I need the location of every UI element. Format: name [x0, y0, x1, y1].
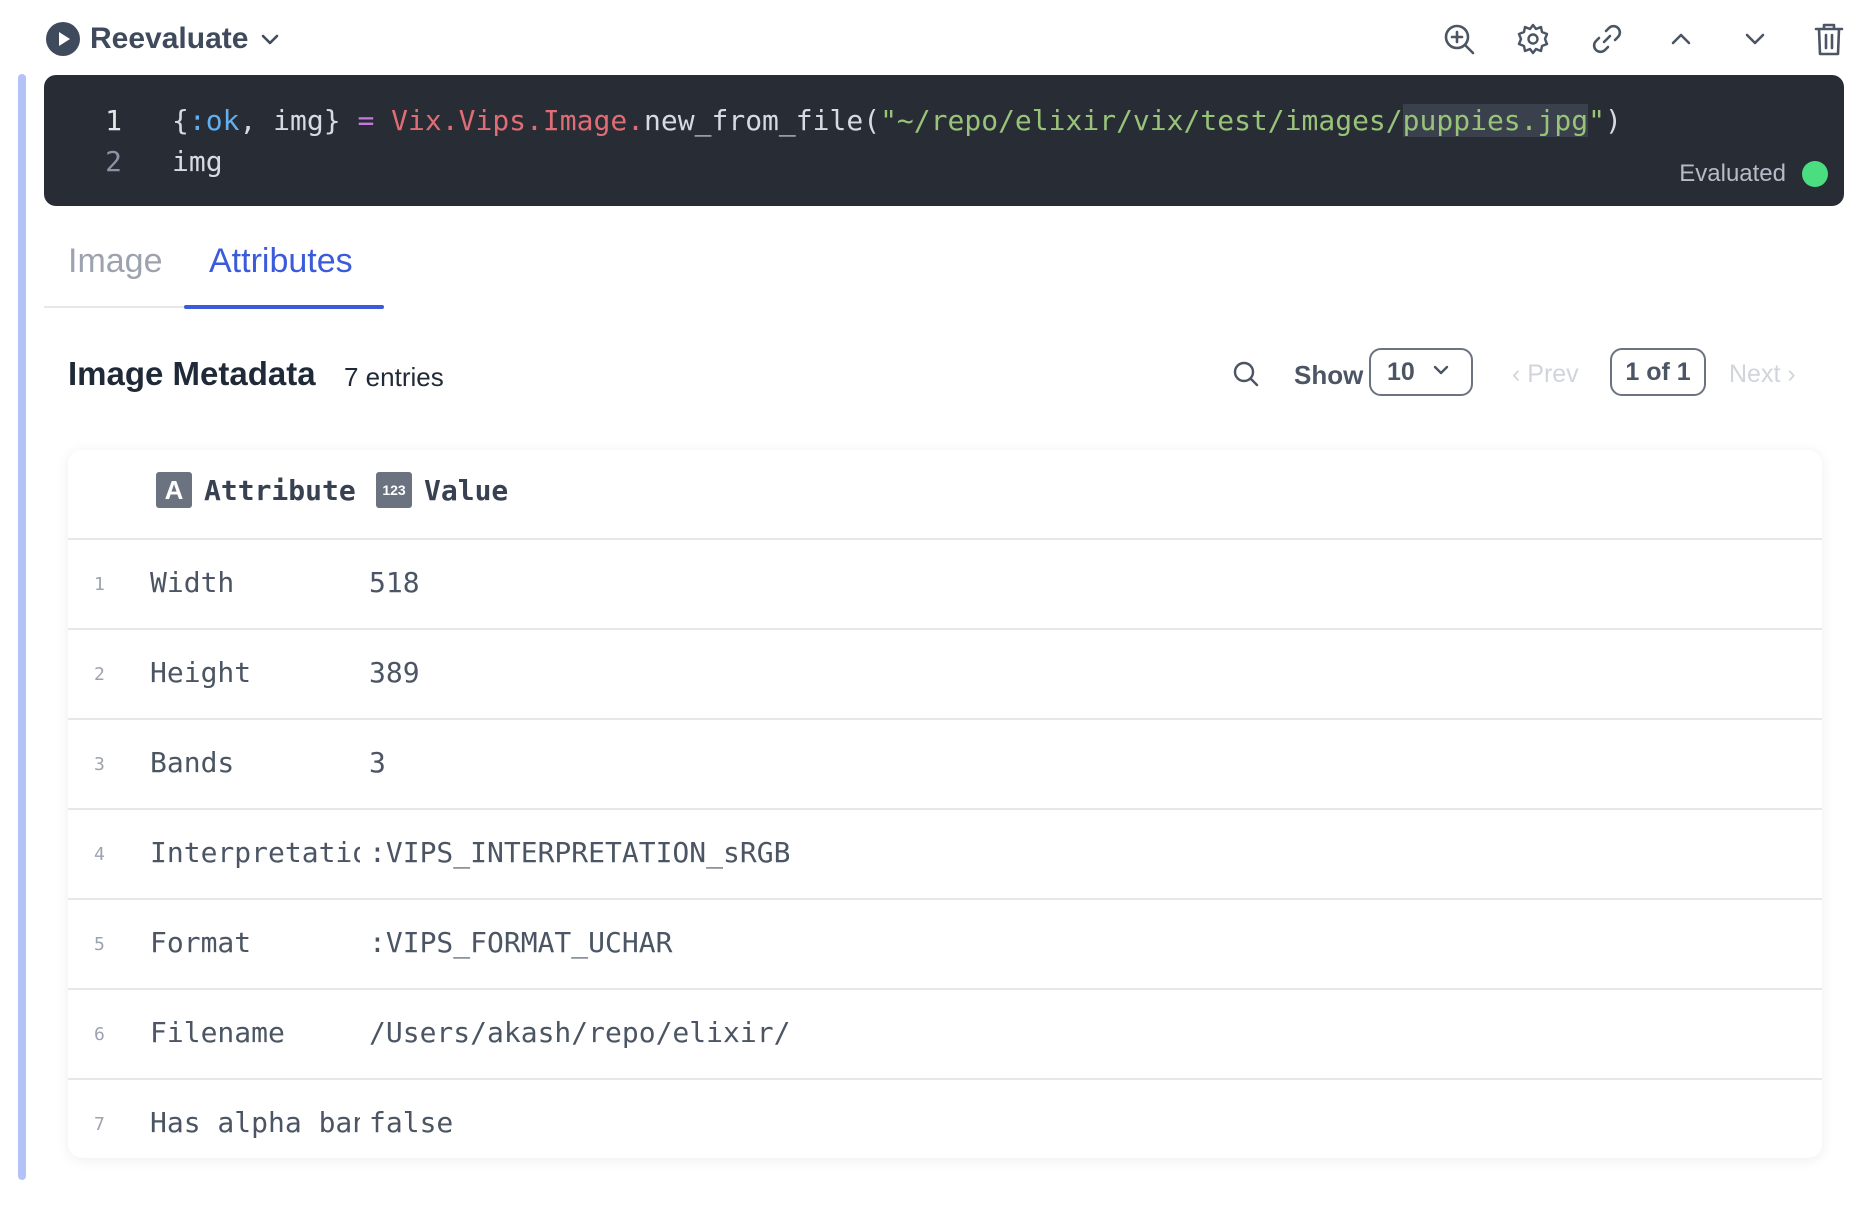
value-cell: false — [369, 1106, 454, 1139]
zoom-in-icon[interactable] — [1440, 20, 1478, 58]
code-token: img — [172, 144, 223, 178]
play-icon — [46, 22, 80, 56]
code-token: "~/repo/elixir/vix/test/images/ — [880, 103, 1403, 137]
next-page-button[interactable]: Next › — [1729, 360, 1796, 389]
value-cell: 518 — [369, 566, 420, 599]
text-type-icon: A — [156, 472, 192, 508]
chevron-down-icon[interactable] — [1736, 20, 1774, 58]
table-row[interactable]: 3 Bands 3 — [68, 720, 1822, 810]
search-icon[interactable] — [1228, 356, 1264, 392]
value-cell: /Users/akash/repo/elixir/vix/test/images… — [369, 1016, 789, 1049]
active-tab-indicator — [184, 305, 384, 309]
row-number: 2 — [94, 664, 105, 685]
attribute-cell: Width — [150, 566, 235, 599]
chevron-right-icon: › — [1780, 360, 1796, 388]
prev-label: Prev — [1527, 360, 1579, 388]
column-label: Attribute — [204, 473, 356, 507]
code-token: = — [357, 103, 375, 137]
column-header-value[interactable]: 123 Value — [376, 472, 508, 508]
row-number: 1 — [94, 574, 105, 595]
table-header: A Attribute 123 Value — [68, 450, 1822, 540]
next-label: Next — [1729, 360, 1781, 388]
cell-header: Reevaluate — [46, 16, 1848, 62]
row-number: 4 — [94, 844, 105, 865]
chevron-down-icon[interactable] — [258, 27, 282, 51]
number-type-icon: 123 — [376, 472, 412, 508]
table-row[interactable]: 1 Width 518 — [68, 540, 1822, 630]
tab-image[interactable]: Image — [68, 242, 163, 281]
line-number: 2 — [105, 144, 122, 178]
trash-icon[interactable] — [1810, 20, 1848, 58]
code-editor[interactable]: 1 {:ok, img} = Vix.Vips.Image.new_from_f… — [44, 75, 1844, 206]
page-size-value: 10 — [1387, 357, 1415, 386]
link-icon[interactable] — [1588, 20, 1626, 58]
row-number: 3 — [94, 754, 105, 775]
code-token: Vix.Vips.Image. — [391, 103, 645, 137]
tab-attributes[interactable]: Attributes — [209, 242, 353, 281]
attribute-cell: Format — [150, 926, 252, 959]
code-token: ) — [1604, 103, 1622, 137]
table-row[interactable]: 4 Interpretation :VIPS_INTERPRETATION_sR… — [68, 810, 1822, 900]
table-controls: Show 10 ‹ Prev 1 of 1 Next › — [0, 348, 1870, 400]
cell-toolbar — [1440, 20, 1848, 58]
value-cell: 3 — [369, 746, 386, 779]
cell-focus-indicator — [18, 74, 26, 1180]
reevaluate-label: Reevaluate — [90, 22, 249, 55]
code-token: " — [1588, 103, 1605, 137]
column-label: Value — [424, 473, 509, 507]
attribute-cell: Filename — [150, 1016, 285, 1049]
reevaluate-button[interactable]: Reevaluate — [46, 22, 282, 56]
attributes-table: A Attribute 123 Value 1 Width 518 2 Heig… — [68, 450, 1822, 1158]
gear-icon[interactable] — [1514, 20, 1552, 58]
value-cell: 389 — [369, 656, 420, 689]
table-row[interactable]: 5 Format :VIPS_FORMAT_UCHAR — [68, 900, 1822, 990]
status-dot — [1802, 161, 1828, 187]
code-line-2: 2 img — [44, 141, 223, 181]
attribute-cell: Has alpha band — [150, 1106, 360, 1139]
code-line-1: 1 {:ok, img} = Vix.Vips.Image.new_from_f… — [44, 100, 1622, 140]
code-content: img — [172, 145, 223, 178]
prev-page-button[interactable]: ‹ Prev — [1512, 360, 1579, 389]
value-cell: :VIPS_FORMAT_UCHAR — [369, 926, 673, 959]
attribute-cell: Bands — [150, 746, 235, 779]
value-cell: :VIPS_INTERPRETATION_sRGB — [369, 836, 789, 869]
show-label: Show — [1294, 360, 1364, 390]
code-token: new_from_file( — [644, 103, 881, 137]
attribute-cell: Interpretation — [150, 836, 360, 869]
code-token: { — [172, 103, 189, 137]
chevron-left-icon: ‹ — [1512, 360, 1528, 388]
chevron-up-icon[interactable] — [1662, 20, 1700, 58]
row-number: 7 — [94, 1114, 105, 1135]
table-row[interactable]: 2 Height 389 — [68, 630, 1822, 720]
status-label: Evaluated — [1679, 160, 1786, 187]
output-tabs: Image Attributes — [44, 230, 1844, 309]
chevron-down-icon — [1431, 358, 1451, 387]
code-token: puppies.jpg — [1402, 103, 1589, 137]
table-row[interactable]: 6 Filename /Users/akash/repo/elixir/vix/… — [68, 990, 1822, 1080]
evaluation-status: Evaluated — [1679, 160, 1828, 188]
code-content: {:ok, img} = Vix.Vips.Image.new_from_fil… — [172, 103, 1622, 137]
page-indicator: 1 of 1 — [1610, 348, 1706, 396]
code-token: , img} — [239, 103, 358, 137]
line-number: 1 — [105, 103, 122, 137]
page-size-select[interactable]: 10 — [1369, 348, 1473, 396]
attribute-cell: Height — [150, 656, 252, 689]
row-number: 5 — [94, 934, 105, 955]
table-row[interactable]: 7 Has alpha band false — [68, 1080, 1822, 1158]
code-token: :ok — [188, 103, 240, 137]
row-number: 6 — [94, 1024, 105, 1045]
